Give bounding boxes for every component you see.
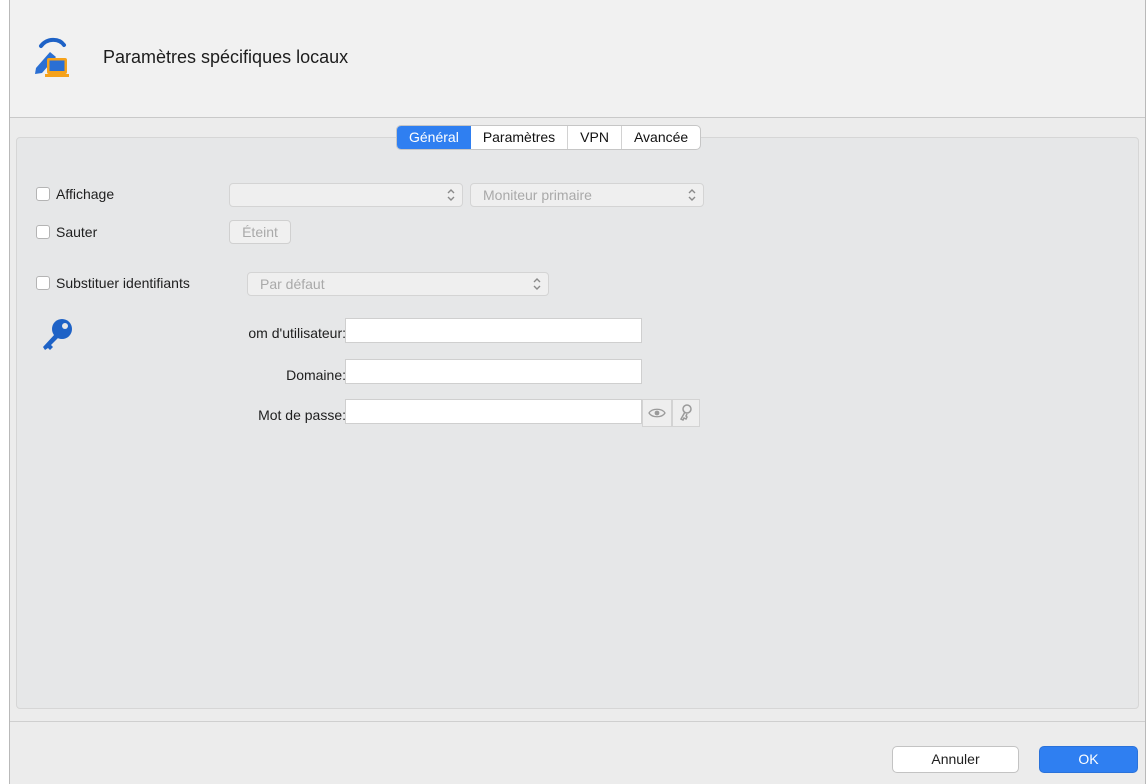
skip-row: Sauter	[36, 224, 97, 240]
show-password-button[interactable]	[642, 399, 672, 427]
window-title: Paramètres spécifiques locaux	[103, 47, 349, 67]
ok-button[interactable]: OK	[1039, 746, 1138, 773]
password-keychain-button[interactable]	[672, 399, 700, 427]
tab-bar: Général Paramètres VPN Avancée	[396, 125, 702, 150]
key-small-icon	[679, 404, 692, 422]
key-icon	[43, 319, 72, 350]
dialog-window: Paramètres spécifiques locaux Général Pa…	[9, 0, 1146, 784]
credentials-select-value: Par défaut	[260, 276, 325, 292]
username-field[interactable]	[345, 318, 642, 343]
display-row: Affichage	[36, 186, 114, 202]
skip-checkbox[interactable]	[36, 225, 50, 239]
stepper-icon	[688, 189, 696, 201]
remote-desktop-icon	[35, 37, 69, 77]
username-label: om d'utilisateur:	[248, 325, 346, 341]
tab-vpn[interactable]: VPN	[568, 126, 622, 149]
password-label: Mot de passe:	[258, 407, 346, 423]
monitor-select[interactable]: Moniteur primaire	[470, 183, 704, 207]
skip-off-button[interactable]: Éteint	[229, 220, 291, 244]
display-checkbox[interactable]	[36, 187, 50, 201]
credentials-label: Substituer identifiants	[56, 275, 190, 291]
display-select[interactable]	[229, 183, 463, 207]
domain-field[interactable]	[345, 359, 642, 384]
monitor-select-value: Moniteur primaire	[483, 187, 592, 203]
display-label: Affichage	[56, 186, 115, 202]
stepper-icon	[447, 189, 455, 201]
dialog-header: Paramètres spécifiques locaux	[10, 0, 1145, 118]
cancel-button[interactable]: Annuler	[892, 746, 1019, 773]
credentials-row: Substituer identifiants	[36, 275, 190, 291]
domain-label: Domaine:	[286, 367, 346, 383]
password-field[interactable]	[345, 399, 642, 424]
footer-divider	[10, 721, 1145, 722]
tab-advanced[interactable]: Avancée	[622, 126, 700, 149]
eye-icon	[648, 408, 666, 418]
tab-parameters[interactable]: Paramètres	[471, 126, 569, 149]
credentials-checkbox[interactable]	[36, 276, 50, 290]
stepper-icon	[533, 278, 541, 290]
credentials-select[interactable]: Par défaut	[247, 272, 549, 296]
skip-label: Sauter	[56, 224, 98, 240]
tab-general[interactable]: Général	[397, 126, 471, 149]
